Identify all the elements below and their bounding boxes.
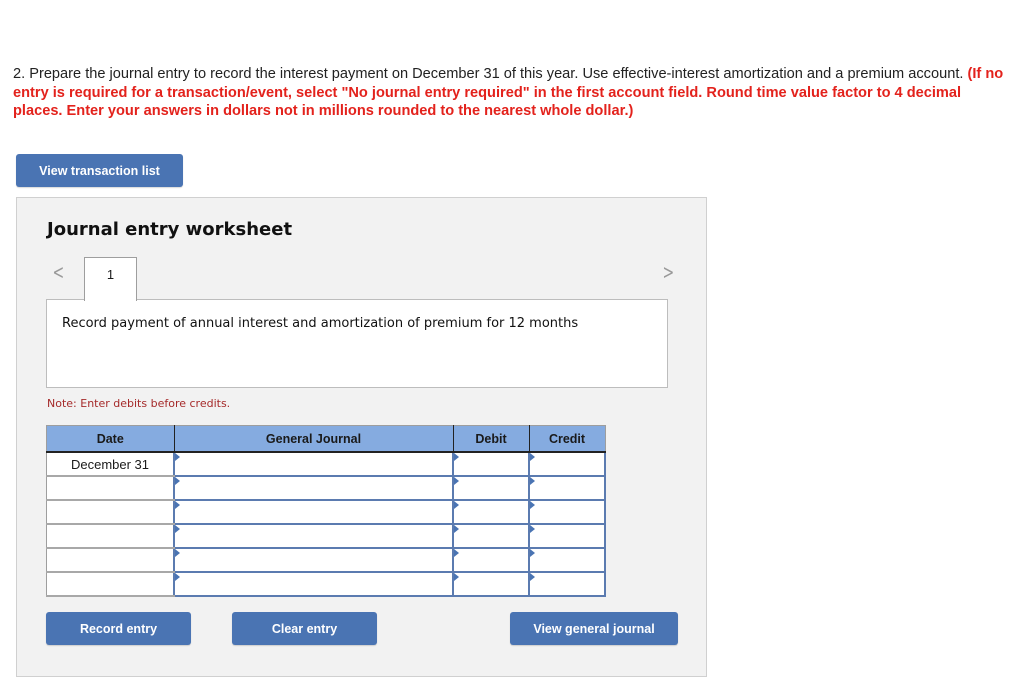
debit-cell[interactable] xyxy=(452,475,530,501)
credit-input[interactable] xyxy=(530,501,604,523)
dropdown-flag-icon xyxy=(175,453,180,461)
transaction-description: Record payment of annual interest and am… xyxy=(62,316,579,331)
table-row: December 31 xyxy=(46,451,606,477)
dropdown-flag-icon xyxy=(454,549,459,557)
account-input[interactable] xyxy=(175,477,452,499)
date-cell xyxy=(46,524,175,549)
table-header-row: Date General Journal Debit Credit xyxy=(46,425,605,453)
date-cell xyxy=(46,548,175,573)
account-cell[interactable] xyxy=(173,451,454,477)
tab-label: 1 xyxy=(106,267,115,282)
journal-table: Date General Journal Debit Credit Decemb… xyxy=(46,425,606,597)
tab-1[interactable]: 1 xyxy=(84,257,137,301)
dropdown-flag-icon xyxy=(530,573,535,581)
debit-cell[interactable] xyxy=(452,523,530,549)
account-input[interactable] xyxy=(175,453,452,475)
worksheet-title: Journal entry worksheet xyxy=(47,219,293,240)
header-general-journal: General Journal xyxy=(174,425,454,453)
credit-cell[interactable] xyxy=(528,475,606,501)
debit-credit-note: Note: Enter debits before credits. xyxy=(47,397,231,410)
table-row xyxy=(46,571,606,597)
credit-cell[interactable] xyxy=(528,547,606,573)
debit-cell[interactable] xyxy=(452,499,530,525)
debit-input[interactable] xyxy=(454,453,528,475)
credit-cell[interactable] xyxy=(528,523,606,549)
debit-input[interactable] xyxy=(454,501,528,523)
chevron-left-icon[interactable]: < xyxy=(53,260,65,284)
credit-input[interactable] xyxy=(530,453,604,475)
table-row xyxy=(46,523,606,549)
debit-input[interactable] xyxy=(454,549,528,571)
dropdown-flag-icon xyxy=(175,501,180,509)
table-row xyxy=(46,475,606,501)
header-credit: Credit xyxy=(529,425,605,453)
record-entry-button[interactable]: Record entry xyxy=(46,612,191,645)
credit-input[interactable] xyxy=(530,549,604,571)
credit-input[interactable] xyxy=(530,525,604,547)
account-cell[interactable] xyxy=(173,547,454,573)
account-input[interactable] xyxy=(175,573,452,595)
debit-input[interactable] xyxy=(454,525,528,547)
debit-input[interactable] xyxy=(454,573,528,595)
dropdown-flag-icon xyxy=(454,453,459,461)
question-prompt: 2. Prepare the journal entry to record t… xyxy=(13,65,1013,121)
table-row xyxy=(46,547,606,573)
dropdown-flag-icon xyxy=(530,549,535,557)
dropdown-flag-icon xyxy=(175,477,180,485)
credit-input[interactable] xyxy=(530,573,604,595)
debit-input[interactable] xyxy=(454,477,528,499)
date-cell: December 31 xyxy=(46,452,175,477)
question-text: 2. Prepare the journal entry to record t… xyxy=(13,66,968,82)
table-row xyxy=(46,499,606,525)
journal-entry-worksheet: Journal entry worksheet < > 1 Record pay… xyxy=(16,197,707,677)
dropdown-flag-icon xyxy=(175,525,180,533)
account-cell[interactable] xyxy=(173,475,454,501)
account-input[interactable] xyxy=(175,501,452,523)
dropdown-flag-icon xyxy=(530,453,535,461)
clear-entry-button[interactable]: Clear entry xyxy=(232,612,377,645)
view-general-journal-button[interactable]: View general journal xyxy=(510,612,678,645)
credit-input[interactable] xyxy=(530,477,604,499)
dropdown-flag-icon xyxy=(454,573,459,581)
chevron-right-icon[interactable]: > xyxy=(663,260,675,284)
credit-cell[interactable] xyxy=(528,451,606,477)
dropdown-flag-icon xyxy=(454,501,459,509)
account-cell[interactable] xyxy=(173,523,454,549)
credit-cell[interactable] xyxy=(528,571,606,597)
account-cell[interactable] xyxy=(173,571,454,597)
date-cell xyxy=(46,476,175,501)
debit-cell[interactable] xyxy=(452,547,530,573)
dropdown-flag-icon xyxy=(530,501,535,509)
date-cell xyxy=(46,500,175,525)
dropdown-flag-icon xyxy=(175,549,180,557)
account-input[interactable] xyxy=(175,549,452,571)
header-debit: Debit xyxy=(453,425,530,453)
dropdown-flag-icon xyxy=(530,525,535,533)
transaction-description-box: Record payment of annual interest and am… xyxy=(46,299,668,388)
dropdown-flag-icon xyxy=(454,525,459,533)
date-cell xyxy=(46,572,175,597)
credit-cell[interactable] xyxy=(528,499,606,525)
account-input[interactable] xyxy=(175,525,452,547)
account-cell[interactable] xyxy=(173,499,454,525)
header-date: Date xyxy=(46,425,175,453)
view-transaction-list-button[interactable]: View transaction list xyxy=(16,154,183,187)
dropdown-flag-icon xyxy=(175,573,180,581)
dropdown-flag-icon xyxy=(454,477,459,485)
dropdown-flag-icon xyxy=(530,477,535,485)
debit-cell[interactable] xyxy=(452,451,530,477)
debit-cell[interactable] xyxy=(452,571,530,597)
